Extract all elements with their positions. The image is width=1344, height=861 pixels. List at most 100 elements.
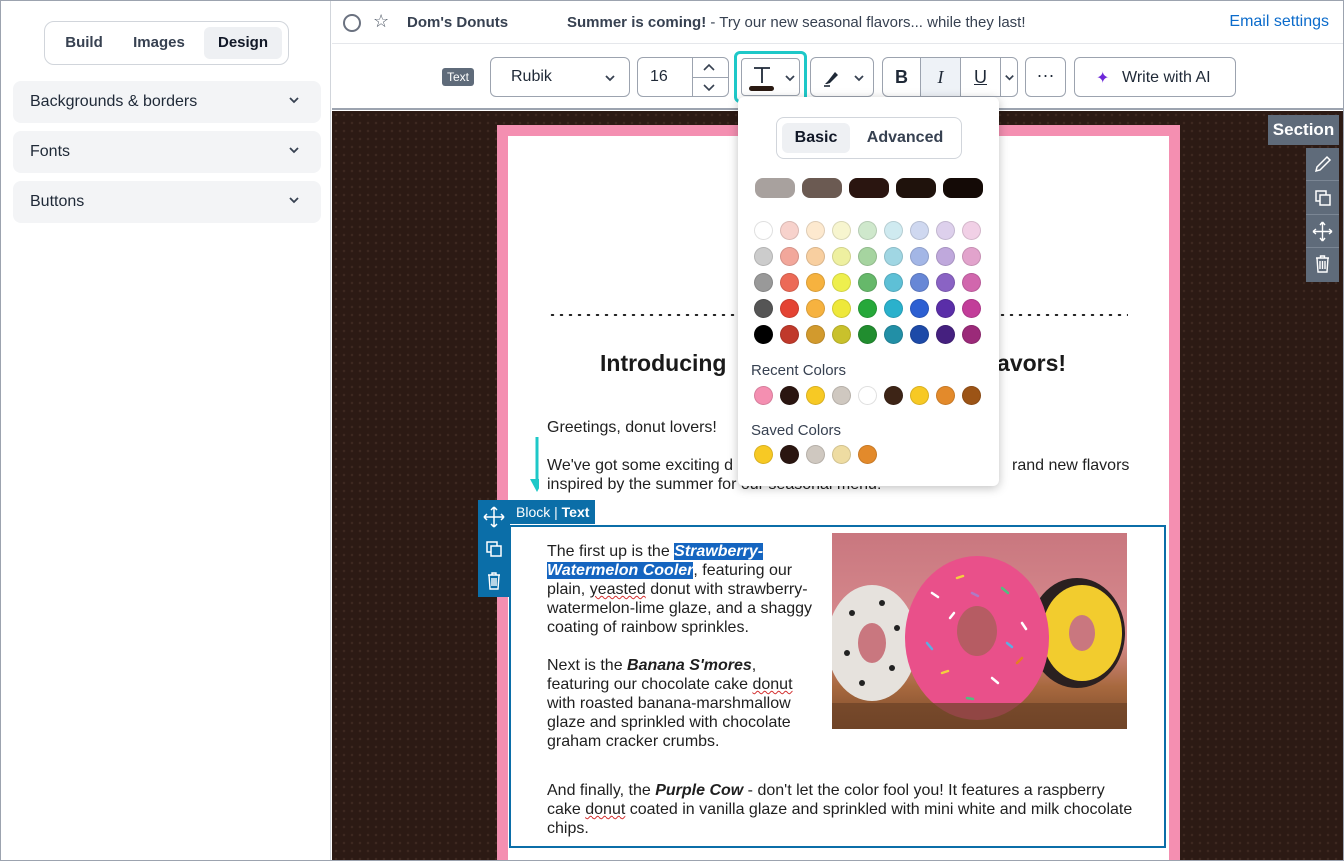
accordion-buttons[interactable]: Buttons (13, 181, 321, 223)
tab-basic[interactable]: Basic (782, 123, 850, 153)
color-swatch[interactable] (936, 221, 955, 240)
color-swatch[interactable] (910, 325, 929, 344)
color-swatch[interactable] (858, 273, 877, 292)
tab-build[interactable]: Build (54, 27, 114, 59)
bold-button[interactable]: B (883, 58, 921, 96)
saved-color-swatch[interactable] (806, 445, 825, 464)
color-swatch[interactable] (962, 299, 981, 318)
highlight-color-button[interactable] (810, 57, 874, 97)
accordion-fonts[interactable]: Fonts (13, 131, 321, 173)
more-options-button[interactable]: ··· (1025, 57, 1066, 97)
color-swatch[interactable] (832, 299, 851, 318)
color-swatch[interactable] (884, 299, 903, 318)
color-swatch[interactable] (858, 247, 877, 266)
chevron-up-icon[interactable] (701, 61, 717, 75)
color-swatch[interactable] (910, 221, 929, 240)
chevron-down-icon[interactable] (1003, 71, 1016, 84)
text-tag: Text (442, 68, 475, 86)
tab-advanced[interactable]: Advanced (857, 123, 953, 153)
font-select[interactable]: Rubik (490, 57, 630, 97)
color-swatch[interactable] (754, 299, 773, 318)
paragraph-purple-cow[interactable]: And finally, the Purple Cow - don't let … (547, 781, 1137, 838)
italic-button[interactable]: I (921, 58, 961, 96)
color-swatch[interactable] (832, 247, 851, 266)
color-swatch[interactable] (754, 273, 773, 292)
color-swatch[interactable] (910, 299, 929, 318)
color-swatch[interactable] (884, 325, 903, 344)
saved-color-swatch[interactable] (858, 445, 877, 464)
donut-photo[interactable] (832, 533, 1127, 729)
pencil-icon[interactable] (1306, 148, 1339, 181)
recent-color-swatch[interactable] (936, 386, 955, 405)
write-with-ai-button[interactable]: ✦ Write with AI (1074, 57, 1236, 97)
saved-color-swatch[interactable] (832, 445, 851, 464)
trash-icon[interactable] (478, 566, 510, 598)
move-icon[interactable] (478, 502, 510, 534)
color-swatch[interactable] (832, 325, 851, 344)
color-swatch[interactable] (754, 325, 773, 344)
color-swatch[interactable] (806, 325, 825, 344)
color-swatch[interactable] (962, 221, 981, 240)
color-swatch[interactable] (962, 247, 981, 266)
underline-button[interactable]: U (961, 58, 1001, 96)
recent-color-swatch[interactable] (780, 386, 799, 405)
color-swatch[interactable] (936, 247, 955, 266)
recent-color-swatch[interactable] (806, 386, 825, 405)
color-swatch[interactable] (754, 221, 773, 240)
accordion-label: Backgrounds & borders (30, 93, 198, 110)
color-swatch[interactable] (858, 221, 877, 240)
color-swatch[interactable] (780, 325, 799, 344)
color-swatch[interactable] (962, 273, 981, 292)
brand-color-swatch[interactable] (896, 178, 936, 198)
brand-color-swatch[interactable] (849, 178, 889, 198)
color-swatch[interactable] (884, 221, 903, 240)
color-swatch[interactable] (910, 273, 929, 292)
color-swatch[interactable] (858, 325, 877, 344)
color-swatch[interactable] (832, 221, 851, 240)
color-swatch[interactable] (806, 273, 825, 292)
recent-color-swatch[interactable] (910, 386, 929, 405)
color-swatch[interactable] (936, 299, 955, 318)
saved-color-swatch[interactable] (780, 445, 799, 464)
brand-color-swatch[interactable] (943, 178, 983, 198)
recent-color-swatch[interactable] (754, 386, 773, 405)
brand-color-swatch[interactable] (755, 178, 795, 198)
text-column[interactable]: The first up is the Strawberry-Watermelo… (547, 542, 822, 751)
color-swatch[interactable] (780, 221, 799, 240)
recent-color-swatch[interactable] (884, 386, 903, 405)
color-swatch[interactable] (832, 273, 851, 292)
accordion-backgrounds-borders[interactable]: Backgrounds & borders (13, 81, 321, 123)
color-swatch[interactable] (858, 299, 877, 318)
star-icon[interactable]: ☆ (373, 11, 389, 32)
text-color-button[interactable] (734, 51, 807, 103)
recent-color-swatch[interactable] (962, 386, 981, 405)
color-swatch[interactable] (806, 247, 825, 266)
trash-icon[interactable] (1306, 248, 1339, 281)
color-swatch[interactable] (910, 247, 929, 266)
recent-color-swatch[interactable] (832, 386, 851, 405)
donut-illustration (832, 556, 1127, 729)
select-radio[interactable] (343, 14, 361, 32)
color-swatch[interactable] (884, 273, 903, 292)
duplicate-icon[interactable] (478, 534, 510, 566)
recent-color-swatch[interactable] (858, 386, 877, 405)
duplicate-icon[interactable] (1306, 182, 1339, 215)
font-size-stepper[interactable]: 16 (637, 57, 729, 97)
move-icon[interactable] (1306, 215, 1339, 248)
color-swatch[interactable] (936, 325, 955, 344)
color-swatch[interactable] (806, 299, 825, 318)
color-swatch[interactable] (806, 221, 825, 240)
brand-color-swatch[interactable] (802, 178, 842, 198)
color-swatch[interactable] (780, 247, 799, 266)
tab-images[interactable]: Images (123, 27, 195, 59)
color-swatch[interactable] (936, 273, 955, 292)
email-settings-link[interactable]: Email settings (1229, 13, 1329, 31)
chevron-down-icon[interactable] (701, 80, 717, 94)
color-swatch[interactable] (754, 247, 773, 266)
tab-design[interactable]: Design (204, 27, 282, 59)
saved-color-swatch[interactable] (754, 445, 773, 464)
color-swatch[interactable] (884, 247, 903, 266)
color-swatch[interactable] (780, 273, 799, 292)
color-swatch[interactable] (780, 299, 799, 318)
color-swatch[interactable] (962, 325, 981, 344)
